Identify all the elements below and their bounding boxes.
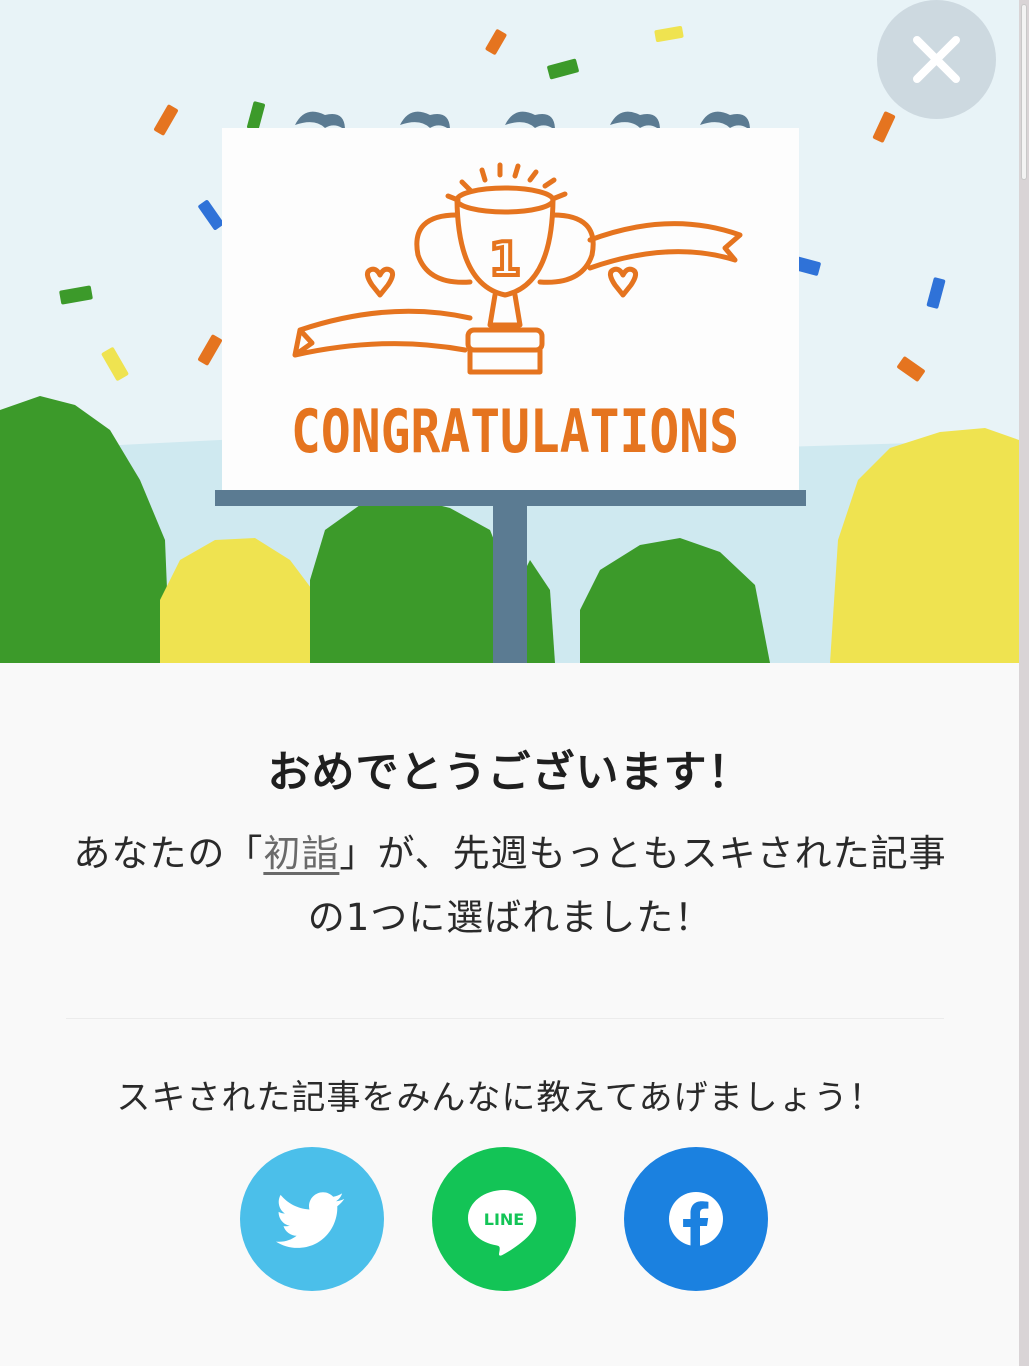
- message-suffix: 」が、先週もっともスキされた記事の1つに選ばれました！: [307, 832, 947, 939]
- line-logo-icon: LINE: [468, 1190, 537, 1256]
- scrollbar-track[interactable]: [1019, 0, 1029, 1366]
- twitter-share-button[interactable]: [240, 1147, 384, 1291]
- facebook-share-button[interactable]: [624, 1147, 768, 1291]
- line-share-button[interactable]: LINE: [432, 1147, 576, 1291]
- close-icon: [913, 36, 960, 83]
- twitter-bird-icon: [275, 1192, 345, 1248]
- scrollbar-thumb[interactable]: [1021, 4, 1027, 180]
- hero-illustration: 1 CONGRATULATIONS: [0, 0, 1019, 663]
- facebook-f-icon: [669, 1192, 723, 1247]
- close-button[interactable]: [877, 0, 996, 119]
- billboard-text: CONGRATULATIONS: [291, 397, 739, 467]
- modal-message: あなたの「初詣」が、先週もっともスキされた記事の1つに選ばれました！: [60, 822, 960, 950]
- message-prefix: あなたの「: [73, 832, 264, 875]
- congratulations-modal: 1 CONGRATULATIONS おめでとうございます！ あなたの「初詣」が、…: [0, 0, 1019, 1366]
- article-title-link[interactable]: 初詣: [263, 832, 339, 875]
- line-logo-text: LINE: [484, 1210, 524, 1229]
- share-prompt: スキされた記事をみんなに教えてあげましょう！: [116, 1078, 884, 1118]
- modal-title: おめでとうございます！: [267, 748, 752, 798]
- trophy-rank-number: 1: [489, 232, 521, 286]
- divider: [66, 1018, 944, 1019]
